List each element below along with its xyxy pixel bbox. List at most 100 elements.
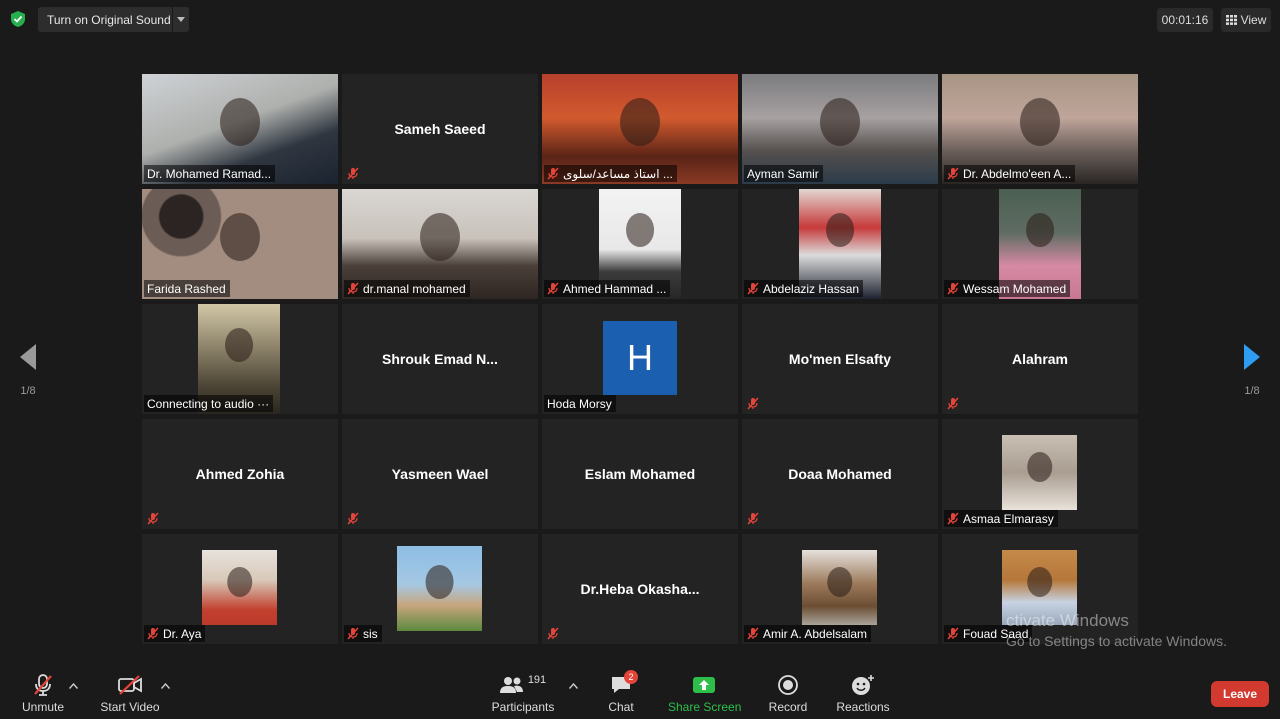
participant-display-name: Shrouk Emad N... [382, 351, 498, 367]
tile-name-bar [344, 165, 363, 182]
person-silhouette [626, 213, 654, 247]
participant-tile[interactable]: Ahmed Hammad ... [542, 189, 738, 299]
participant-photo [1002, 435, 1077, 510]
arrow-left-icon [20, 344, 36, 370]
participants-chevron-icon[interactable] [566, 678, 580, 692]
participant-tile[interactable]: dr.manal mohamed [342, 189, 538, 299]
person-silhouette [425, 564, 454, 600]
person-silhouette [1020, 98, 1060, 147]
video-off-icon [118, 675, 142, 695]
participant-name: Connecting to audio ··· [147, 396, 270, 411]
participant-tile[interactable]: Dr. Abdelmo'een A... [942, 74, 1138, 184]
participant-tile[interactable]: Dr. Mohamed Ramad... [142, 74, 338, 184]
participant-display-name: Alahram [1011, 351, 1069, 367]
participant-name: Wessam Mohamed [963, 281, 1067, 296]
participant-tile[interactable]: Amir A. Abdelsalam [742, 534, 938, 644]
tile-name-bar: Hoda Morsy [544, 395, 616, 412]
participant-tile[interactable]: Yasmeen Wael [342, 419, 538, 529]
participant-name: sis [363, 626, 378, 641]
mic-muted-icon [547, 167, 559, 180]
participant-name: استاذ مساعد/سلوى ... [563, 166, 673, 181]
audio-options-chevron-icon[interactable] [66, 678, 80, 692]
participant-tile[interactable]: Abdelaziz Hassan [742, 189, 938, 299]
person-silhouette [826, 213, 854, 247]
view-button[interactable]: View [1221, 8, 1271, 32]
participant-tile[interactable]: Sameh Saeed [342, 74, 538, 184]
mic-muted-icon [547, 627, 559, 640]
person-silhouette [1026, 566, 1053, 598]
tile-name-bar [944, 395, 963, 412]
tile-name-bar: dr.manal mohamed [344, 280, 470, 297]
participants-button[interactable]: 191 Participants [490, 672, 556, 714]
tile-name-bar [744, 510, 763, 527]
activate-windows-watermark: ctivate Windows Go to Settings to activa… [1006, 611, 1227, 651]
original-sound-button[interactable]: Turn on Original Sound [38, 7, 189, 32]
participant-photo [202, 550, 277, 625]
security-shield-icon[interactable] [9, 10, 27, 28]
participant-tile[interactable]: Eslam Mohamed [542, 419, 738, 529]
participant-tile[interactable]: استاذ مساعد/سلوى ... [542, 74, 738, 184]
arrow-right-icon [1244, 344, 1260, 370]
tile-name-bar: Dr. Aya [144, 625, 206, 642]
next-page-button[interactable]: 1/8 [1240, 344, 1264, 397]
participant-tile[interactable]: Dr. Aya [142, 534, 338, 644]
participant-tile[interactable]: Asmaa Elmarasy [942, 419, 1138, 529]
start-video-button[interactable]: Start Video [100, 672, 160, 714]
tile-name-bar: sis [344, 625, 382, 642]
participant-name: Abdelaziz Hassan [763, 281, 860, 296]
person-silhouette [1026, 451, 1053, 483]
participant-tile[interactable]: Ahmed Zohia [142, 419, 338, 529]
participant-name: Asmaa Elmarasy [963, 511, 1054, 526]
participant-display-name: Dr.Heba Okasha... [580, 581, 700, 597]
unmute-button[interactable]: Unmute [18, 672, 68, 714]
participant-tile[interactable]: Dr.Heba Okasha... [542, 534, 738, 644]
meeting-timer: 00:01:16 [1157, 8, 1213, 32]
participant-tile[interactable]: Alahram [942, 304, 1138, 414]
start-video-label: Start Video [100, 700, 160, 714]
participant-name: Amir A. Abdelsalam [763, 626, 868, 641]
person-silhouette [420, 213, 460, 262]
mic-muted-icon [147, 512, 159, 525]
participant-tile[interactable]: Shrouk Emad N... [342, 304, 538, 414]
participant-tile[interactable]: sis [342, 534, 538, 644]
participant-photo [802, 550, 877, 625]
participant-tile[interactable]: Mo'men Elsafty [742, 304, 938, 414]
record-button[interactable]: Record [766, 672, 810, 714]
video-options-chevron-icon[interactable] [158, 678, 172, 692]
leave-button[interactable]: Leave [1211, 681, 1269, 707]
person-silhouette [620, 98, 660, 147]
tile-name-bar: Ayman Samir [744, 165, 823, 182]
participant-name: Farida Rashed [147, 281, 226, 296]
mic-muted-icon [547, 282, 559, 295]
prev-page-button[interactable]: 1/8 [16, 344, 40, 397]
participant-count: 191 [527, 674, 547, 686]
participant-tile[interactable]: Wessam Mohamed [942, 189, 1138, 299]
participant-tile[interactable]: Ayman Samir [742, 74, 938, 184]
participant-tile[interactable]: Doaa Mohamed [742, 419, 938, 529]
reactions-button[interactable]: Reactions [834, 672, 892, 714]
tile-name-bar: Wessam Mohamed [944, 280, 1071, 297]
record-icon [778, 675, 798, 695]
chat-button[interactable]: 2 Chat [602, 670, 640, 714]
participant-display-name: Yasmeen Wael [391, 466, 489, 482]
participant-name: Dr. Mohamed Ramad... [147, 166, 272, 181]
watermark-subtitle: Go to Settings to activate Windows. [1006, 633, 1227, 649]
participant-tile[interactable]: Connecting to audio ··· [142, 304, 338, 414]
participant-display-name: Mo'men Elsafty [788, 351, 892, 367]
participants-label: Participants [491, 700, 555, 714]
tile-name-bar: Amir A. Abdelsalam [744, 625, 872, 642]
participant-tile[interactable]: H Hoda Morsy [542, 304, 738, 414]
person-silhouette [220, 213, 260, 262]
participant-tile[interactable]: Farida Rashed [142, 189, 338, 299]
view-label: View [1240, 13, 1267, 27]
chevron-down-icon[interactable] [172, 7, 189, 32]
tile-name-bar: Dr. Abdelmo'een A... [944, 165, 1076, 182]
participant-display-name: Eslam Mohamed [584, 466, 696, 482]
reactions-smiley-icon [852, 675, 874, 695]
record-label: Record [768, 700, 808, 714]
participant-display-name: Doaa Mohamed [788, 466, 892, 482]
original-sound-label: Turn on Original Sound [47, 12, 171, 27]
tile-name-bar: Ahmed Hammad ... [544, 280, 671, 297]
share-screen-button[interactable]: Share Screen [668, 672, 741, 714]
participant-display-name: Sameh Saeed [394, 121, 486, 137]
